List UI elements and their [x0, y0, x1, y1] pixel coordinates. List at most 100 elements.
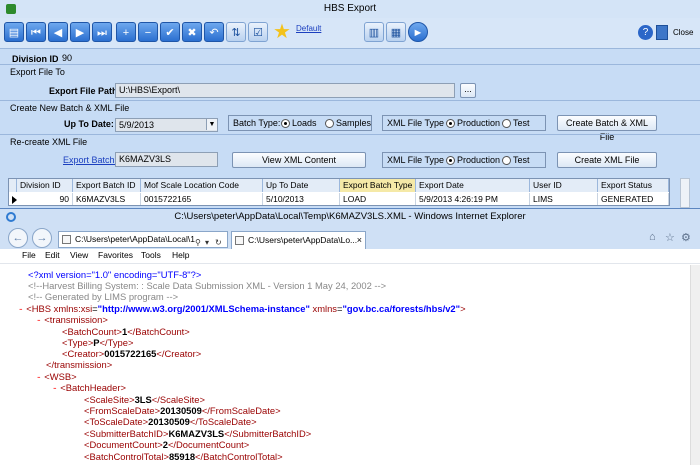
- xml-element-line: <Type>P</Type>: [62, 337, 134, 348]
- filter-icon[interactable]: ☑: [248, 22, 268, 42]
- recreate-test-label[interactable]: Test: [513, 155, 530, 165]
- first-record-icon[interactable]: ⏮: [26, 22, 46, 42]
- export-batch-id-field[interactable]: K6MAZV3LS: [115, 152, 218, 167]
- undo-icon[interactable]: ↶: [204, 22, 224, 42]
- collapse-icon[interactable]: -: [36, 372, 42, 383]
- recreate-section: Re-create XML File: [10, 137, 88, 147]
- export-icon[interactable]: ▦: [386, 22, 406, 42]
- chevron-down-icon[interactable]: ▼: [206, 119, 217, 130]
- sort-icon[interactable]: ⇅: [226, 22, 246, 42]
- column-header[interactable]: User ID: [530, 179, 598, 192]
- table-cell[interactable]: 90: [17, 193, 73, 205]
- table-cell[interactable]: GENERATED: [598, 193, 669, 205]
- xml-text: 20130509: [160, 405, 202, 416]
- xml-tag: transmission: [49, 314, 103, 325]
- create-xml-button[interactable]: Create XML File: [557, 152, 657, 168]
- menu-file[interactable]: File: [22, 250, 36, 260]
- column-header[interactable]: Export Date: [416, 179, 530, 192]
- xml-comment: <!-- Generated by LIMS program -->: [28, 291, 179, 302]
- batch-type-label: Batch Type:: [233, 118, 281, 128]
- cancel-icon[interactable]: ✖: [182, 22, 202, 42]
- previous-record-icon[interactable]: ◀: [48, 22, 68, 42]
- create-batch-button[interactable]: Create Batch & XML File: [557, 115, 657, 142]
- close-icon[interactable]: [656, 25, 668, 40]
- report-icon[interactable]: ▥: [364, 22, 384, 42]
- xml-element-line: <BatchControlTotal>85918</BatchControlTo…: [84, 451, 283, 462]
- xml-content: <?xml version="1.0" encoding="UTF-8"?> <…: [0, 265, 690, 465]
- menu-favorites[interactable]: Favorites: [98, 250, 133, 260]
- recreate-production-label[interactable]: Production: [457, 155, 500, 165]
- menu-edit[interactable]: Edit: [45, 250, 60, 260]
- production-radio-label[interactable]: Production: [457, 118, 500, 128]
- production-radio[interactable]: [446, 119, 455, 128]
- column-header[interactable]: Export Status: [598, 179, 669, 192]
- menu-view[interactable]: View: [70, 250, 88, 260]
- play-icon[interactable]: ►: [408, 22, 428, 42]
- samples-radio[interactable]: [325, 119, 334, 128]
- column-header[interactable]: Division ID: [17, 179, 73, 192]
- export-file-path-field[interactable]: U:\HBS\Export\: [115, 83, 455, 98]
- confirm-icon[interactable]: ✔: [160, 22, 180, 42]
- loads-radio-label[interactable]: Loads: [292, 118, 317, 128]
- favorite-star-icon[interactable]: ★: [272, 22, 292, 42]
- page-icon: [235, 236, 244, 245]
- column-header[interactable]: Up To Date: [263, 179, 340, 192]
- favorites-star-icon[interactable]: ☆: [665, 231, 675, 244]
- collapse-icon[interactable]: -: [52, 383, 58, 394]
- ie-logo-icon: [6, 212, 16, 222]
- back-arrow-icon[interactable]: ←: [8, 228, 28, 248]
- next-record-icon[interactable]: ▶: [70, 22, 90, 42]
- tab-xml-file[interactable]: C:\Users\peter\AppData\Lo... ×: [231, 231, 366, 249]
- up-to-date-value: 5/9/2013: [119, 120, 155, 130]
- menu-help[interactable]: Help: [172, 250, 189, 260]
- xml-attr-value: "gov.bc.ca/forests/hbs/v2": [342, 303, 461, 314]
- column-header[interactable]: Export Batch ID: [73, 179, 141, 192]
- table-cell[interactable]: 0015722165: [141, 193, 263, 205]
- address-bar[interactable]: C:\Users\peter\AppData\Local\1 ⚲ ▾ ↻: [58, 231, 228, 248]
- close-tab-icon[interactable]: ×: [357, 232, 362, 248]
- recreate-test-radio[interactable]: [502, 156, 511, 165]
- address-value: C:\Users\peter\AppData\Local\1: [75, 234, 196, 244]
- default-link[interactable]: Default: [296, 24, 321, 33]
- recreate-production-radio[interactable]: [446, 156, 455, 165]
- xml-tag: WSB: [49, 371, 72, 382]
- test-radio-label[interactable]: Test: [513, 118, 530, 128]
- close-label[interactable]: Close: [673, 28, 693, 37]
- browse-button[interactable]: ...: [460, 83, 476, 98]
- table-cell[interactable]: LOAD: [340, 193, 416, 205]
- up-to-date-field[interactable]: 5/9/2013 ▼: [115, 118, 218, 132]
- dropdown-icon[interactable]: ▾: [205, 235, 209, 247]
- add-record-icon[interactable]: +: [116, 22, 136, 42]
- view-xml-button[interactable]: View XML Content: [232, 152, 366, 168]
- create-batch-section: Create New Batch & XML File: [10, 103, 130, 113]
- table-cell[interactable]: LIMS: [530, 193, 598, 205]
- collapse-icon[interactable]: -: [18, 304, 24, 315]
- forward-arrow-icon[interactable]: →: [32, 228, 52, 248]
- help-icon[interactable]: ?: [638, 25, 653, 40]
- search-icon[interactable]: ⚲: [195, 235, 201, 247]
- grid-scrollbar[interactable]: [680, 178, 690, 208]
- settings-gear-icon[interactable]: ⚙: [681, 231, 691, 244]
- xml-text: K6MAZV3LS: [168, 428, 225, 439]
- ie-scrollbar[interactable]: [690, 265, 700, 465]
- loads-radio[interactable]: [281, 119, 290, 128]
- table-cell[interactable]: K6MAZV3LS: [73, 193, 141, 205]
- test-radio[interactable]: [502, 119, 511, 128]
- home-icon[interactable]: ⌂: [649, 231, 656, 243]
- export-file-path-label: Export File Path:: [49, 86, 121, 96]
- up-to-date-label: Up To Date:: [64, 119, 114, 129]
- divider: [0, 100, 700, 101]
- column-header[interactable]: Mof Scale Location Code: [141, 179, 263, 192]
- last-record-icon[interactable]: ⏭: [92, 22, 112, 42]
- collapse-icon[interactable]: -: [36, 315, 42, 326]
- column-header[interactable]: Export Batch Type: [340, 179, 416, 192]
- delete-record-icon[interactable]: −: [138, 22, 158, 42]
- table-cell[interactable]: 5/9/2013 4:26:19 PM: [416, 193, 530, 205]
- samples-radio-label[interactable]: Samples: [336, 118, 371, 128]
- export-file-to-section: Export File To: [10, 67, 65, 77]
- divider: [0, 64, 700, 65]
- save-icon[interactable]: ▤: [4, 22, 24, 42]
- refresh-icon[interactable]: ↻: [215, 235, 222, 247]
- menu-tools[interactable]: Tools: [141, 250, 161, 260]
- table-cell[interactable]: 5/10/2013: [263, 193, 340, 205]
